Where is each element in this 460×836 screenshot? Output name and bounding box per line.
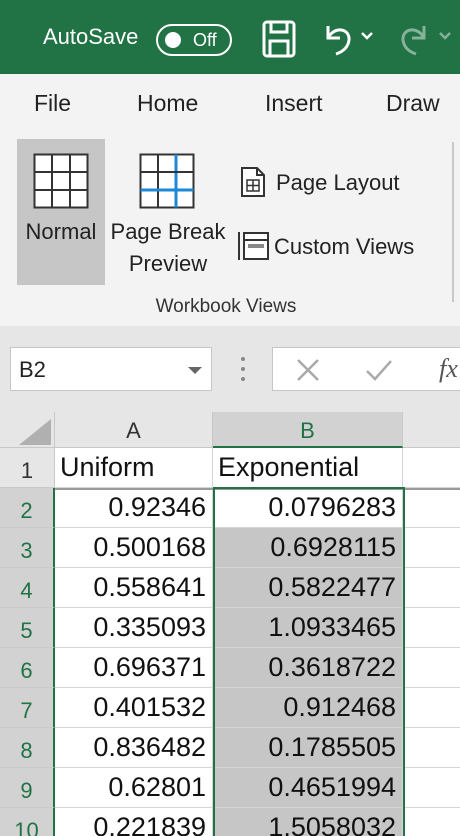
cell-b7[interactable]: 0.912468 xyxy=(213,688,403,728)
column-header-c[interactable] xyxy=(403,412,460,448)
row-header-10[interactable]: 10 xyxy=(0,808,55,836)
cell-a6[interactable]: 0.696371 xyxy=(55,648,213,688)
page-break-preview-button[interactable]: Page Break Preview xyxy=(108,139,228,285)
cancel-icon[interactable] xyxy=(295,358,321,382)
normal-view-button[interactable]: Normal xyxy=(17,139,105,285)
cell-a5[interactable]: 0.335093 xyxy=(55,608,213,648)
cell-c4[interactable] xyxy=(403,568,460,608)
ribbon-workbook-views: Normal Page Break Preview Page Layout Cu… xyxy=(0,134,460,326)
cell-b6[interactable]: 0.3618722 xyxy=(213,648,403,688)
ribbon-divider xyxy=(452,142,454,302)
normal-view-label: Normal xyxy=(25,219,97,244)
cell-b10[interactable]: 1.5058032 xyxy=(213,808,403,836)
cell-c6[interactable] xyxy=(403,648,460,688)
cell-b2[interactable]: 0.0796283 xyxy=(213,488,403,528)
cell-b5[interactable]: 1.0933465 xyxy=(213,608,403,648)
chevron-down-icon[interactable] xyxy=(187,366,203,376)
undo-icon[interactable] xyxy=(320,20,354,58)
name-box[interactable]: B2 xyxy=(10,347,212,391)
cell-a2[interactable]: 0.92346 xyxy=(55,488,213,528)
row-header-7[interactable]: 7 xyxy=(0,688,55,728)
formula-input-area: fx xyxy=(272,347,460,391)
page-break-label-2: Preview xyxy=(128,251,208,276)
check-icon[interactable] xyxy=(365,358,393,382)
page-layout-button[interactable]: Page Layout xyxy=(238,162,438,202)
cell-a4[interactable]: 0.558641 xyxy=(55,568,213,608)
workbook-views-group-label: Workbook Views xyxy=(155,296,297,317)
row-header-8[interactable]: 8 xyxy=(0,728,55,768)
cell-a3[interactable]: 0.500168 xyxy=(55,528,213,568)
cell-c9[interactable] xyxy=(403,768,460,808)
save-icon[interactable] xyxy=(262,20,296,58)
select-all-icon xyxy=(19,419,51,445)
redo-icon[interactable] xyxy=(398,20,432,58)
cell-b3[interactable]: 0.6928115 xyxy=(213,528,403,568)
cell-c5[interactable] xyxy=(403,608,460,648)
column-header-b[interactable]: B xyxy=(213,412,403,448)
cell-b9[interactable]: 0.4651994 xyxy=(213,768,403,808)
autosave-label: AutoSave xyxy=(43,24,139,49)
row-header-3[interactable]: 3 xyxy=(0,528,55,568)
cell-c7[interactable] xyxy=(403,688,460,728)
cell-c3[interactable] xyxy=(403,528,460,568)
custom-views-icon xyxy=(238,232,269,260)
autosave-toggle[interactable]: Off xyxy=(156,24,232,56)
cell-a10[interactable]: 0.221839 xyxy=(55,808,213,836)
custom-views-label: Custom Views xyxy=(274,234,415,259)
cell-b1[interactable]: Exponential xyxy=(213,448,403,488)
page-layout-icon xyxy=(241,167,265,197)
name-box-value: B2 xyxy=(19,357,46,382)
cell-a1[interactable]: Uniform xyxy=(55,448,213,488)
formula-bar: B2 fx xyxy=(0,326,460,412)
custom-views-button[interactable]: Custom Views xyxy=(236,226,446,266)
cell-a9[interactable]: 0.62801 xyxy=(55,768,213,808)
cell-b4[interactable]: 0.5822477 xyxy=(213,568,403,608)
undo-dropdown-icon[interactable] xyxy=(360,30,374,42)
cell-c1[interactable] xyxy=(403,448,460,488)
cell-c8[interactable] xyxy=(403,728,460,768)
tab-file[interactable]: File xyxy=(34,90,71,117)
row-header-6[interactable]: 6 xyxy=(0,648,55,688)
tab-draw[interactable]: Draw xyxy=(386,90,440,117)
cell-c2[interactable] xyxy=(403,488,460,528)
ribbon-tabs: File Home Insert Draw xyxy=(0,74,460,134)
tab-insert[interactable]: Insert xyxy=(265,90,323,117)
more-options-icon[interactable] xyxy=(239,356,247,382)
row-header-5[interactable]: 5 xyxy=(0,608,55,648)
tab-home[interactable]: Home xyxy=(137,90,198,117)
select-all-corner[interactable] xyxy=(0,412,55,448)
frozen-pane-divider xyxy=(55,488,460,490)
cell-a8[interactable]: 0.836482 xyxy=(55,728,213,768)
worksheet-grid: A B 1 Uniform Exponential 2 0.92346 0.0796283… xyxy=(0,412,460,836)
page-break-label-1: Page Break xyxy=(110,219,226,244)
title-bar: AutoSave Off xyxy=(0,0,460,74)
normal-view-icon xyxy=(33,153,89,209)
row-header-9[interactable]: 9 xyxy=(0,768,55,808)
page-break-preview-icon xyxy=(139,153,195,209)
page-layout-label: Page Layout xyxy=(276,170,400,195)
insert-function-button[interactable]: fx xyxy=(439,354,458,384)
redo-dropdown-icon[interactable] xyxy=(438,30,452,42)
toggle-knob xyxy=(165,32,181,48)
row-header-1[interactable]: 1 xyxy=(0,448,55,488)
cell-c10[interactable] xyxy=(403,808,460,836)
row-header-2[interactable]: 2 xyxy=(0,488,55,528)
row-header-4[interactable]: 4 xyxy=(0,568,55,608)
cell-a7[interactable]: 0.401532 xyxy=(55,688,213,728)
cell-b8[interactable]: 0.1785505 xyxy=(213,728,403,768)
column-header-a[interactable]: A xyxy=(55,412,213,448)
toggle-state: Off xyxy=(193,30,217,50)
